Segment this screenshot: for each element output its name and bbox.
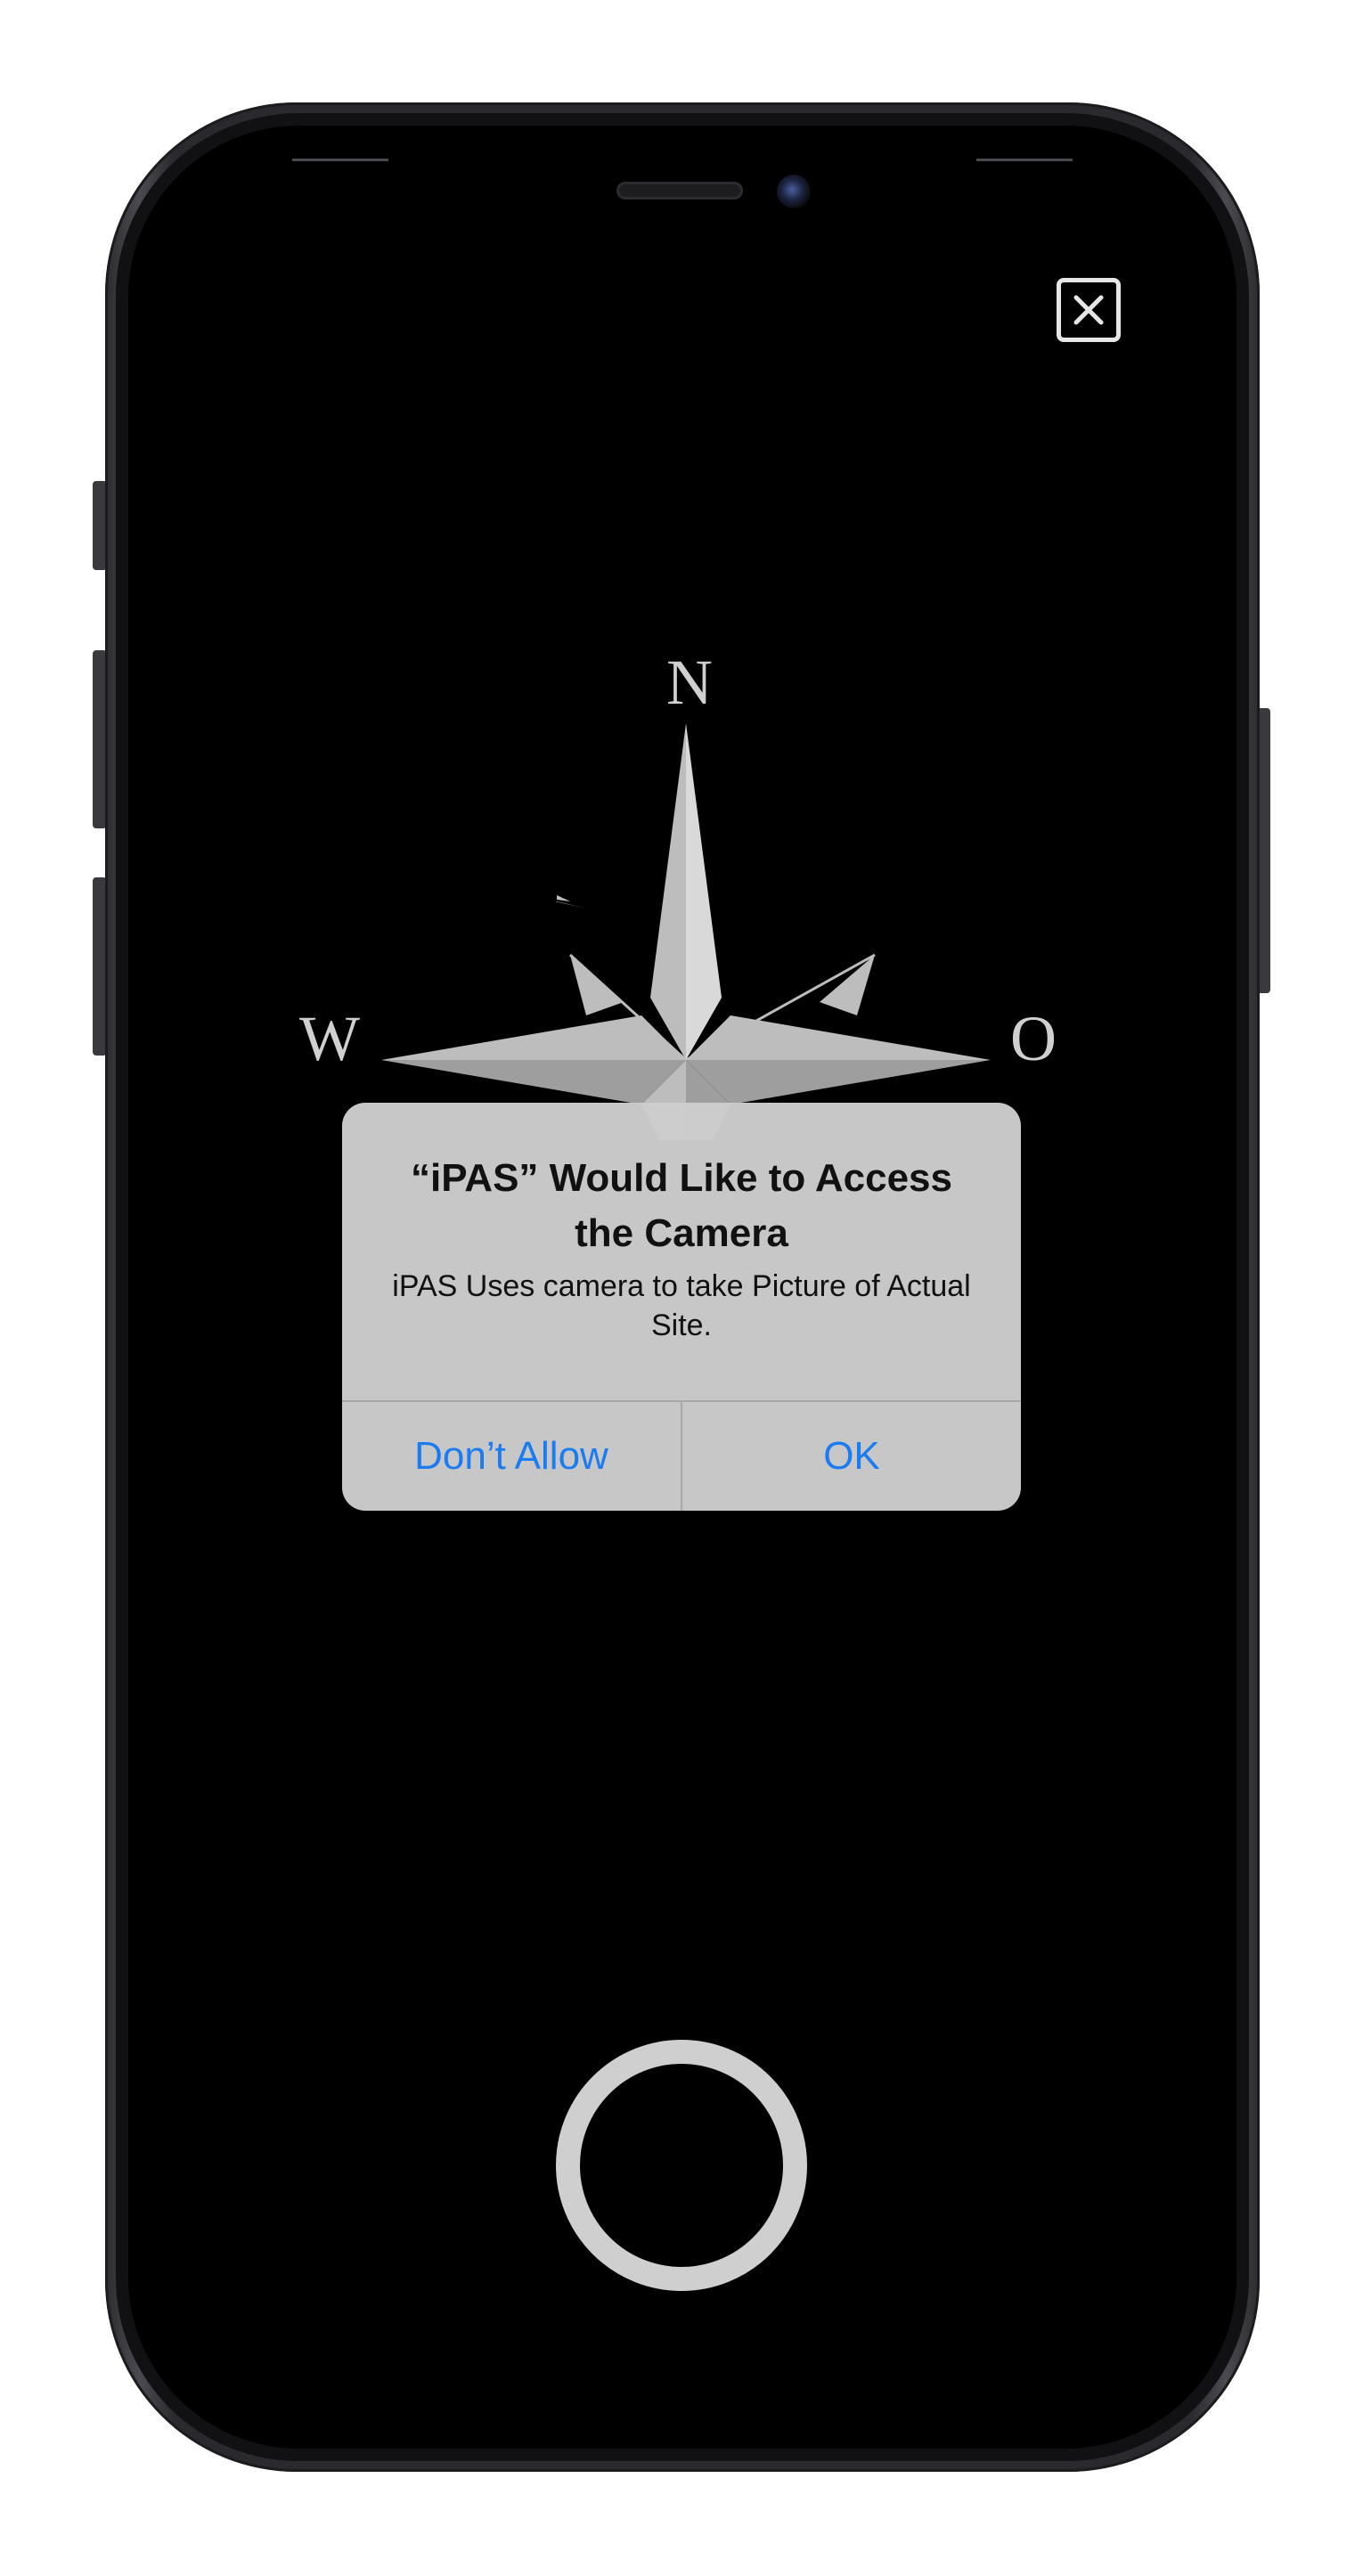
camera-permission-alert: “iPAS” Would Like to Access the Camera i… [342,1103,1021,1511]
close-icon [1073,295,1104,325]
alert-message: iPAS Uses camera to take Picture of Actu… [392,1269,971,1342]
antenna-band-right [976,159,1073,161]
alert-title: “iPAS” Would Like to Access the Camera [411,1156,952,1255]
earpiece-speaker [616,182,743,200]
compass-west-label: W [299,1003,360,1074]
device-mockup: N W O “iPAS” Would Like to Access the Ca… [0,0,1363,2576]
ok-button[interactable]: OK [682,1402,1021,1511]
close-button[interactable] [1057,278,1121,342]
dont-allow-button[interactable]: Don’t Allow [342,1402,681,1511]
compass-east-label: O [1010,1003,1057,1074]
antenna-band-left [292,159,388,161]
front-camera [777,175,811,208]
shutter-button[interactable] [556,2040,807,2291]
compass-north-label: N [666,647,713,718]
